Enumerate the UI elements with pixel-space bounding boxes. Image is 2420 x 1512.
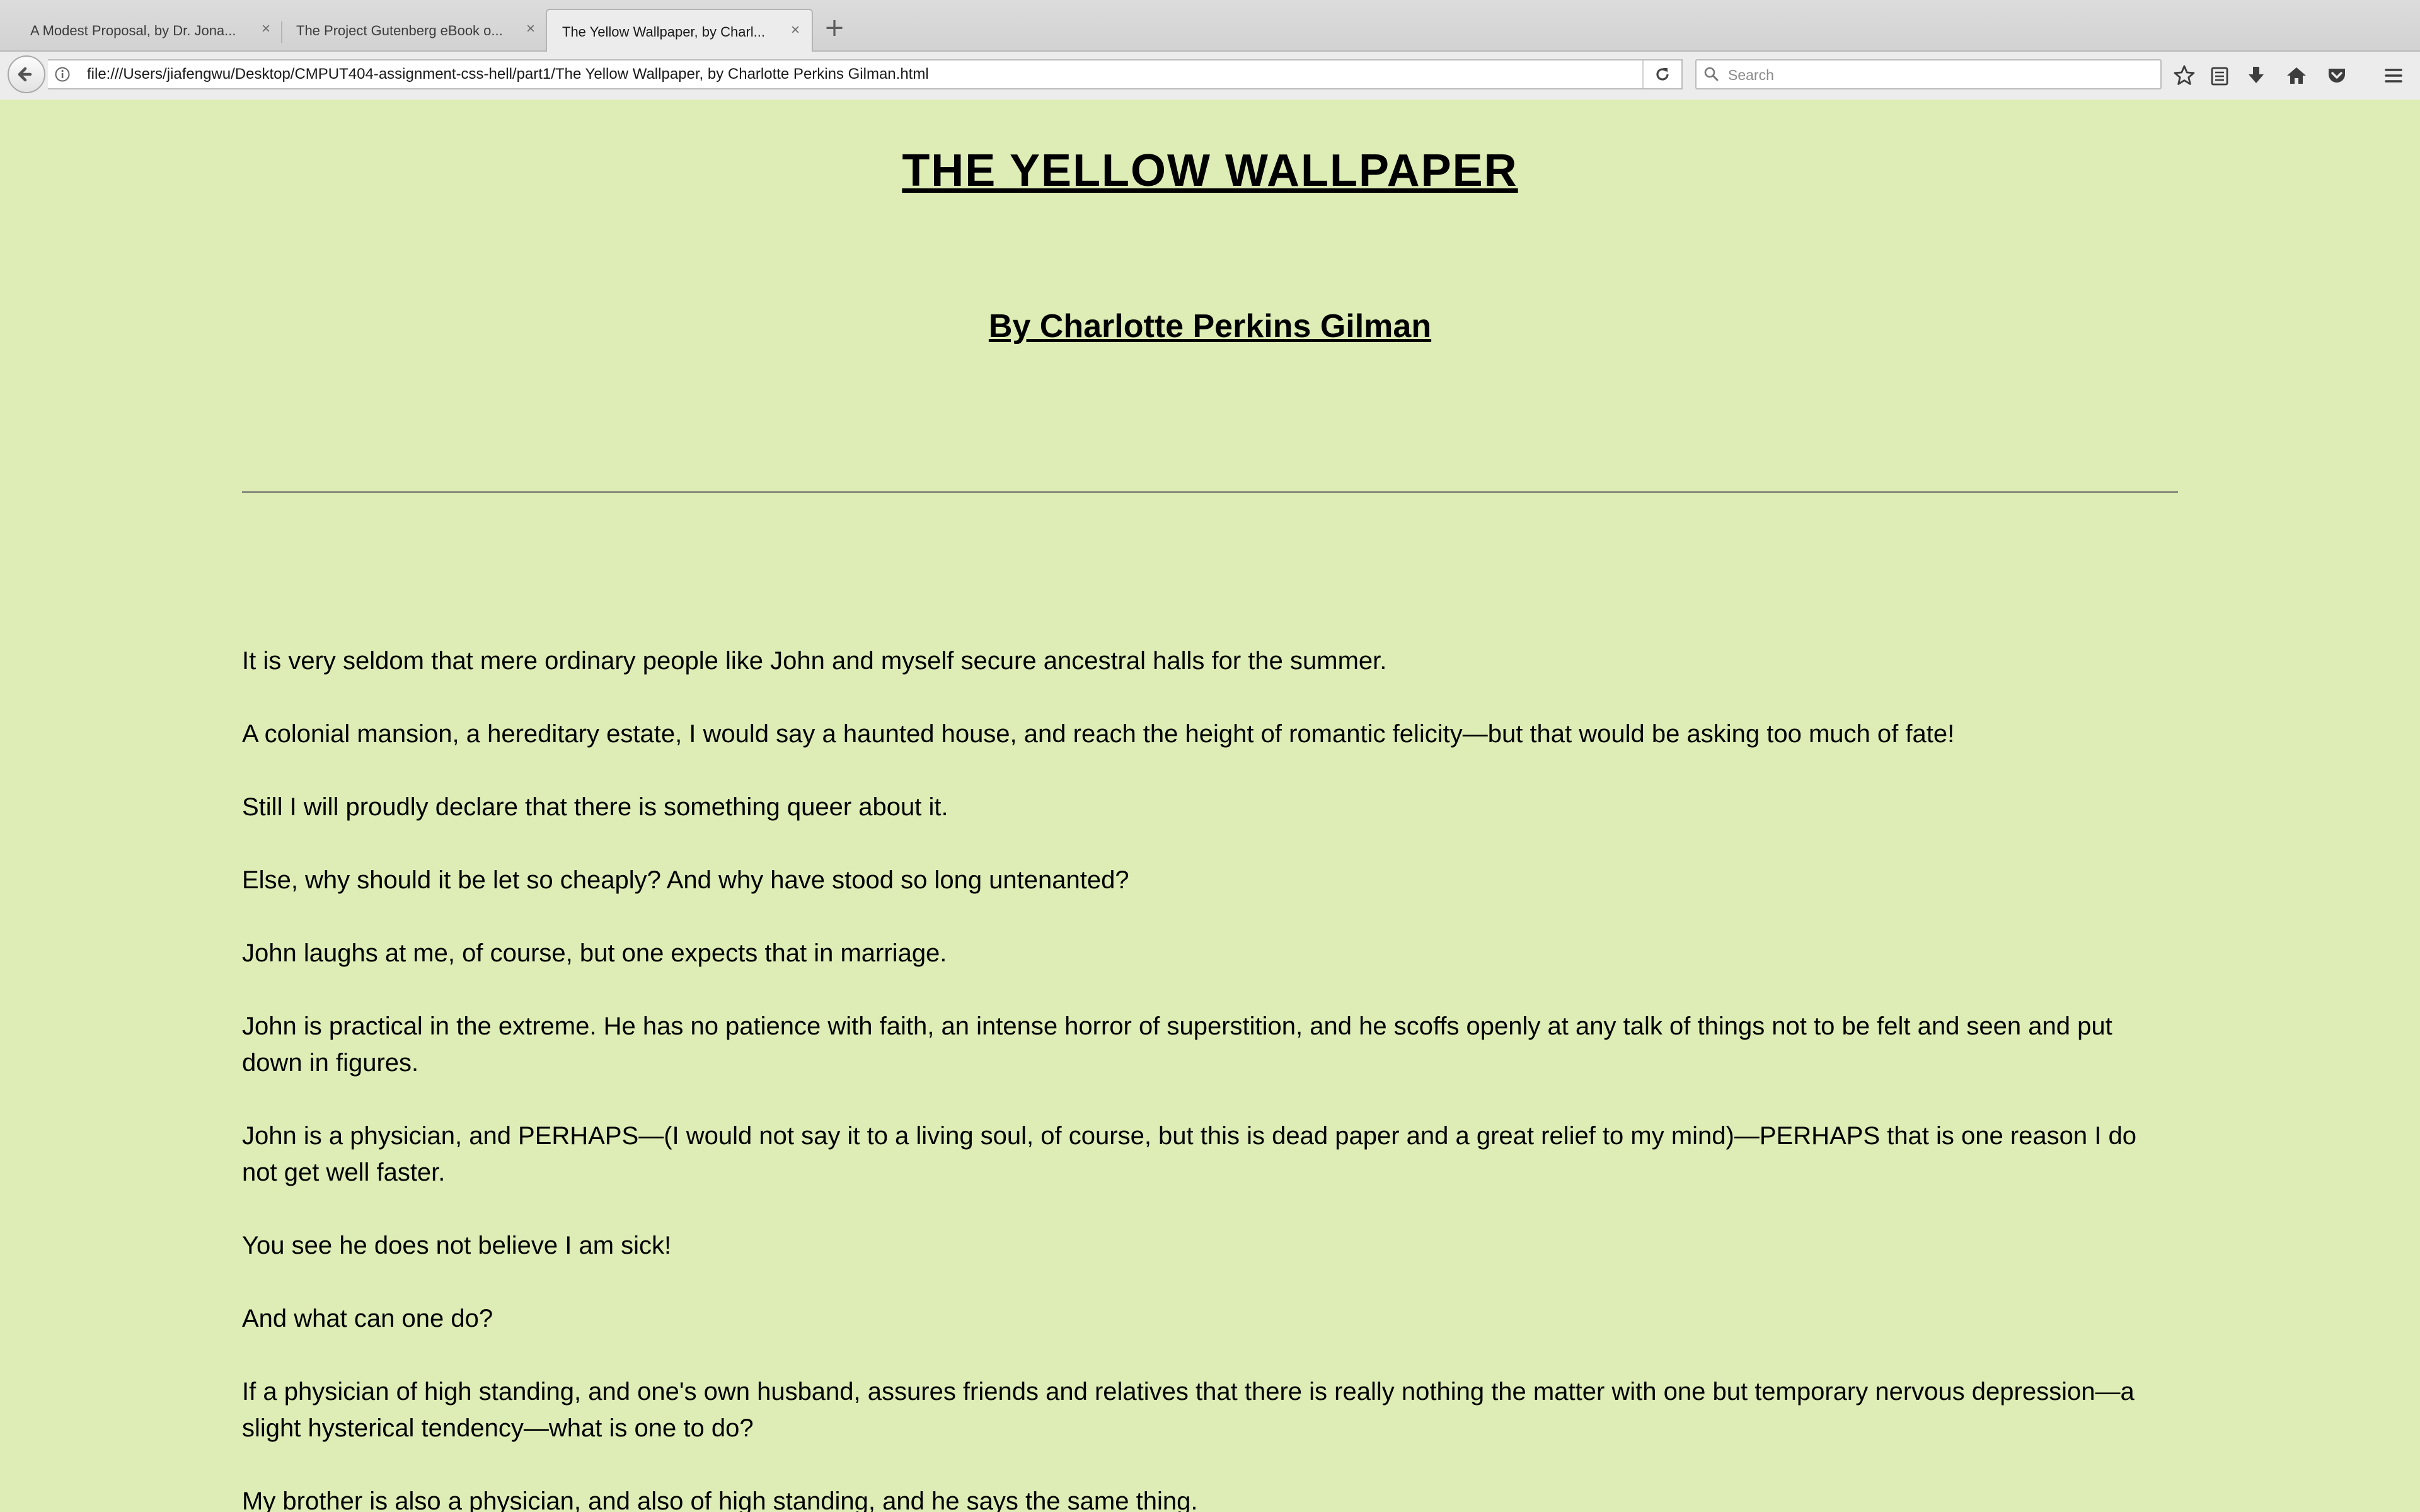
bookmark-star-icon[interactable] <box>2172 63 2197 88</box>
paragraph: My brother is also a physician, and also… <box>242 1487 1198 1512</box>
url-bar[interactable]: file:///Users/jiafengwu/Desktop/CMPUT404… <box>48 59 1683 89</box>
reload-button[interactable] <box>1642 60 1681 88</box>
new-tab-button[interactable]: + <box>822 15 847 40</box>
paragraph: And what can one do? <box>242 1305 493 1332</box>
tab-separator <box>281 21 282 43</box>
reading-list-icon[interactable] <box>2207 63 2232 88</box>
paragraph: A colonial mansion, a hereditary estate,… <box>242 720 1955 748</box>
tab-label: A Modest Proposal, by Dr. Jona... <box>30 23 236 38</box>
browser-chrome: A Modest Proposal, by Dr. Jona... × The … <box>0 0 2420 100</box>
back-arrow-icon <box>18 67 32 82</box>
back-button[interactable] <box>8 55 45 93</box>
tab-yellow-wallpaper[interactable]: The Yellow Wallpaper, by Charl... × <box>546 9 813 53</box>
tab-gutenberg-ebook[interactable]: The Project Gutenberg eBook o... × <box>284 9 548 52</box>
hamburger-menu-icon[interactable] <box>2381 63 2406 88</box>
paragraph: John is practical in the extreme. He has… <box>242 1012 2112 1077</box>
tab-close-icon[interactable]: × <box>522 20 539 38</box>
paragraph: Else, why should it be let so cheaply? A… <box>242 866 1129 894</box>
story-text: It is very seldom that mere ordinary peo… <box>242 643 2178 1512</box>
paragraph: You see he does not believe I am sick! <box>242 1232 672 1259</box>
paragraph: Still I will proudly declare that there … <box>242 793 948 821</box>
home-icon[interactable] <box>2284 63 2309 88</box>
paragraph: John is a physician, and PERHAPS—(I woul… <box>242 1122 2136 1186</box>
paragraph: John laughs at me, of course, but one ex… <box>242 939 947 967</box>
tab-label: The Project Gutenberg eBook o... <box>296 23 503 38</box>
tab-close-icon[interactable]: × <box>786 21 804 39</box>
tab-label: The Yellow Wallpaper, by Charl... <box>562 24 766 40</box>
page-title: THE YELLOW WALLPAPER <box>902 146 1518 196</box>
pocket-icon[interactable] <box>2324 63 2349 88</box>
paragraph: If a physician of high standing, and one… <box>242 1378 2135 1442</box>
tab-strip: A Modest Proposal, by Dr. Jona... × The … <box>0 0 2420 53</box>
url-text[interactable]: file:///Users/jiafengwu/Desktop/CMPUT404… <box>87 66 929 83</box>
site-info-icon[interactable] <box>54 66 71 83</box>
horizontal-rule <box>242 491 2178 493</box>
downloads-icon[interactable] <box>2244 63 2269 88</box>
navigation-toolbar: file:///Users/jiafengwu/Desktop/CMPUT404… <box>0 52 2420 100</box>
search-input[interactable]: Search <box>1728 67 1774 84</box>
search-bar[interactable]: Search <box>1695 59 2162 89</box>
paragraph: It is very seldom that mere ordinary peo… <box>242 647 1387 675</box>
tab-close-icon[interactable]: × <box>257 20 275 38</box>
search-icon <box>1704 67 1719 81</box>
tab-modest-proposal[interactable]: A Modest Proposal, by Dr. Jona... × <box>13 9 277 52</box>
reload-icon <box>1656 68 1669 81</box>
author-heading: By Charlotte Perkins Gilman <box>988 308 1432 345</box>
